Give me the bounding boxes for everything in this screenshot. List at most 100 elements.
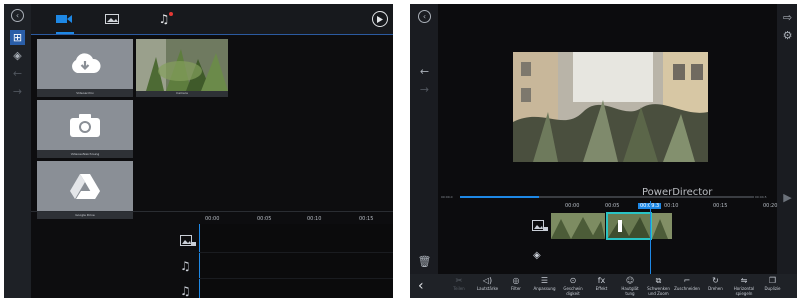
tab-video[interactable]	[49, 4, 79, 34]
image-icon	[105, 14, 119, 24]
undo-icon[interactable]: ←	[10, 66, 25, 81]
pan-zoom-icon: ⧉	[655, 276, 662, 285]
toolbar-label: Lautstärke	[476, 286, 499, 291]
back-circle-icon[interactable]: ‹	[11, 9, 24, 22]
editor-left-rail: ‹ ← → 🗑	[410, 4, 438, 274]
playhead-line	[199, 224, 200, 298]
redo-icon[interactable]: →	[10, 84, 25, 99]
tile-label: Google Drive	[75, 213, 95, 217]
toolbar-button-skin[interactable]: ☺ Hautglät tung	[617, 276, 643, 298]
undo-icon[interactable]: ←	[417, 64, 432, 79]
music-track-icon: ♫	[180, 284, 191, 298]
speed-icon: ⊙	[569, 276, 577, 285]
video-preview[interactable]	[513, 52, 708, 162]
toolbar-button-pan-zoom[interactable]: ⧉ Schwenken und Zoom	[646, 276, 672, 298]
ruler-label: 00:05	[257, 216, 272, 222]
tile-video-archive[interactable]: Videoarchiv	[37, 39, 133, 97]
ruler-label: 00:15	[359, 216, 374, 222]
clip-selected[interactable]	[606, 212, 652, 240]
timeline-divider	[31, 211, 393, 212]
toolbar-button-filter[interactable]: ◎ Filter	[503, 276, 529, 298]
clip-thumbnail	[608, 214, 650, 238]
toolbar-button-crop[interactable]: ⌐ Zuschneiden	[674, 276, 700, 298]
toolbar-button-fx[interactable]: fx Effekt	[589, 276, 615, 298]
playhead[interactable]	[650, 201, 651, 274]
play-icon	[377, 15, 383, 23]
ruler-label: 00:05	[605, 203, 620, 209]
clip-thumbnail	[551, 213, 605, 239]
notification-dot	[169, 12, 173, 16]
toolbar-label: Geschwin digkeit	[563, 286, 583, 296]
toolbar-label: Schwenken und Zoom	[647, 286, 670, 296]
trim-handle[interactable]	[618, 220, 622, 232]
tile-camera[interactable]: Camera	[136, 39, 228, 97]
adjust-icon: ☰	[540, 276, 549, 285]
track-separator	[199, 252, 393, 253]
flip-icon: ⇋	[740, 276, 748, 285]
toolbar-label: Zuschneiden	[674, 286, 700, 291]
left-screen: ‹ ⊞ ◈ ← → ♫ Videoarchiv Camera Videoaufz…	[4, 4, 393, 298]
toolbar-label: Anpassung	[533, 286, 556, 291]
left-rail: ‹ ⊞ ◈ ← →	[4, 4, 31, 298]
video-track-icon	[180, 232, 196, 248]
ruler-label: 00:15	[713, 203, 728, 209]
play-icon[interactable]: ▶	[780, 190, 795, 205]
editor-right-rail: ⇨ ⚙ ▶	[777, 4, 797, 274]
toolbar-button-rotate[interactable]: ↻ Drehen	[703, 276, 729, 298]
media-library-icon[interactable]: ⊞	[10, 30, 25, 45]
play-button[interactable]	[372, 11, 388, 27]
toolbar-button-adjust[interactable]: ☰ Anpassung	[532, 276, 558, 298]
ruler-label: 00:10	[664, 203, 679, 209]
toolbar-button-volume[interactable]: ◁) Lautstärke	[475, 276, 501, 298]
toolbar-label: Filter	[511, 286, 521, 291]
tile-label: Videoaufzeichnung	[70, 152, 100, 156]
progress-fill	[460, 196, 540, 198]
split-icon: ✂	[455, 276, 463, 285]
tile-video-archive-image	[37, 39, 133, 89]
preview-frame	[513, 52, 708, 162]
music-track-icon: ♫	[180, 259, 191, 273]
ruler-label: 00:20	[763, 203, 778, 209]
redo-icon[interactable]: →	[417, 82, 432, 97]
tile-label: Camera	[176, 91, 188, 95]
toolbar-label: Effekt	[595, 286, 608, 291]
toolbar-button-speed[interactable]: ⊙ Geschwin digkeit	[560, 276, 586, 298]
divider	[31, 34, 393, 35]
ruler-label: 00:00	[565, 203, 580, 209]
music-icon: ♫	[158, 12, 170, 26]
back-arrow-icon[interactable]: ‹	[418, 278, 424, 294]
clip-thumbnail	[652, 213, 672, 239]
back-circle-icon[interactable]: ‹	[418, 10, 431, 23]
layers-icon[interactable]: ◈	[533, 250, 541, 261]
fx-icon: fx	[597, 276, 606, 285]
tab-image[interactable]	[97, 4, 127, 34]
progress-start-time: 00:00.0	[441, 195, 453, 199]
toolbar-button-split[interactable]: ✂ Teilen	[446, 276, 472, 298]
toolbar-label: Horizontal spiegeln	[733, 286, 755, 296]
rotate-icon: ↻	[712, 276, 719, 285]
tile-google-drive-image	[37, 161, 133, 211]
toolbar-label: Hautglät tung	[621, 286, 639, 296]
tab-music[interactable]: ♫	[149, 4, 179, 34]
right-screen: ‹ ← → 🗑 ⇨ ⚙ ▶ PowerDirector 00:00.0 00:0…	[410, 4, 797, 298]
filter-icon: ◎	[512, 276, 520, 285]
settings-icon[interactable]: ⚙	[780, 28, 795, 43]
track-area	[199, 224, 393, 298]
photo-thumbnail	[136, 39, 228, 91]
video-icon	[56, 15, 72, 23]
camera-thumbnail	[136, 39, 228, 91]
layers-icon[interactable]: ◈	[10, 48, 25, 63]
tile-video-recording[interactable]: Videoaufzeichnung	[37, 100, 133, 158]
clip-3[interactable]	[652, 213, 672, 239]
clip-1[interactable]	[551, 213, 605, 239]
tile-video-recording-image	[37, 100, 133, 150]
video-track-icon	[532, 217, 548, 231]
export-icon[interactable]: ⇨	[780, 10, 795, 25]
cloud-download-icon	[72, 53, 101, 73]
ruler-label: 00:10	[307, 216, 322, 222]
toolbar-button-duplicate[interactable]: ❐ Duplizie	[760, 276, 786, 298]
timeline-ruler: 00:00 00:05 00:10 00:15	[199, 214, 393, 224]
toolbar-button-flip[interactable]: ⇋ Horizontal spiegeln	[731, 276, 757, 298]
trash-icon[interactable]: 🗑	[417, 254, 432, 269]
camera-icon	[70, 114, 100, 137]
